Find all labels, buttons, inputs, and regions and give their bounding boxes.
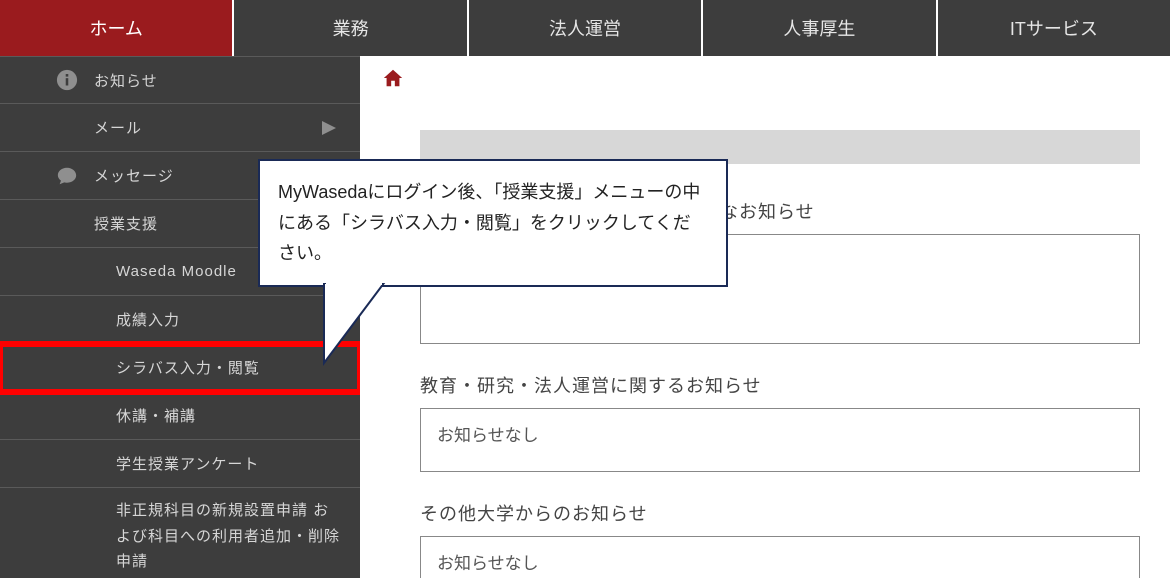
- block-body: お知らせなし: [420, 408, 1140, 472]
- sidebar-item-label: 非正規科目の新規設置申請 および科目への利用者追加・削除申請: [116, 498, 342, 575]
- callout-text: MyWasedaにログイン後、「授業支援」メニューの中にある「シラバス入力・閲覧…: [278, 182, 700, 263]
- info-icon: [56, 69, 78, 91]
- tab-home[interactable]: ホーム: [0, 0, 234, 56]
- sidebar-item-syllabus[interactable]: シラバス入力・閲覧: [0, 344, 360, 392]
- sidebar-item-kyuko[interactable]: 休講・補講: [0, 392, 360, 440]
- tab-houjin[interactable]: 法人運営: [469, 0, 703, 56]
- content-area: なお知らせ 教育・研究・法人運営に関するお知らせ お知らせなし その他大学からの…: [360, 56, 1170, 578]
- home-icon[interactable]: [382, 67, 404, 89]
- sidebar-item-label: シラバス入力・閲覧: [116, 357, 260, 378]
- sidebar-item-label: 学生授業アンケート: [116, 453, 259, 474]
- block-title: その他大学からのお知らせ: [420, 500, 1170, 526]
- sidebar-item-label: 成績入力: [116, 309, 180, 330]
- top-nav: ホーム 業務 法人運営 人事厚生 ITサービス: [0, 0, 1170, 56]
- tab-it[interactable]: ITサービス: [938, 0, 1170, 56]
- sidebar-item-label: 休講・補講: [116, 405, 196, 426]
- tab-label: ホーム: [89, 15, 142, 41]
- main-layout: お知らせ メール メッセージ 授業支援 Waseda Moodle 成績入力 シ…: [0, 56, 1170, 578]
- tab-label: 法人運営: [549, 15, 621, 41]
- tab-label: ITサービス: [1010, 15, 1098, 41]
- sidebar-item-enquete[interactable]: 学生授業アンケート: [0, 440, 360, 488]
- sidebar-item-label: メッセージ: [94, 165, 174, 186]
- sidebar-item-label: 授業支援: [94, 213, 158, 234]
- sidebar-item-label: お知らせ: [94, 70, 158, 91]
- sidebar: お知らせ メール メッセージ 授業支援 Waseda Moodle 成績入力 シ…: [0, 56, 360, 578]
- sidebar-item-seiseki[interactable]: 成績入力: [0, 296, 360, 344]
- tab-label: 人事厚生: [783, 15, 855, 41]
- instruction-callout: MyWasedaにログイン後、「授業支援」メニューの中にある「シラバス入力・閲覧…: [258, 159, 728, 287]
- sidebar-item-hiseiki[interactable]: 非正規科目の新規設置申請 および科目への利用者追加・削除申請: [0, 488, 360, 578]
- sidebar-item-mail[interactable]: メール: [0, 104, 360, 152]
- block-body: お知らせなし: [420, 536, 1140, 578]
- chevron-right-icon: [322, 121, 336, 135]
- tab-jinji[interactable]: 人事厚生: [703, 0, 937, 56]
- tab-gyoumu[interactable]: 業務: [234, 0, 468, 56]
- notice-block-2: 教育・研究・法人運営に関するお知らせ お知らせなし: [420, 372, 1170, 472]
- breadcrumb: [360, 56, 1170, 100]
- sidebar-item-label: Waseda Moodle: [116, 263, 237, 280]
- sidebar-item-oshirase[interactable]: お知らせ: [0, 56, 360, 104]
- tab-label: 業務: [333, 15, 369, 41]
- sidebar-item-label: メール: [94, 117, 142, 138]
- notice-block-3: その他大学からのお知らせ お知らせなし: [420, 500, 1170, 578]
- speech-bubble-icon: [56, 165, 78, 187]
- block-title: 教育・研究・法人運営に関するお知らせ: [420, 372, 1170, 398]
